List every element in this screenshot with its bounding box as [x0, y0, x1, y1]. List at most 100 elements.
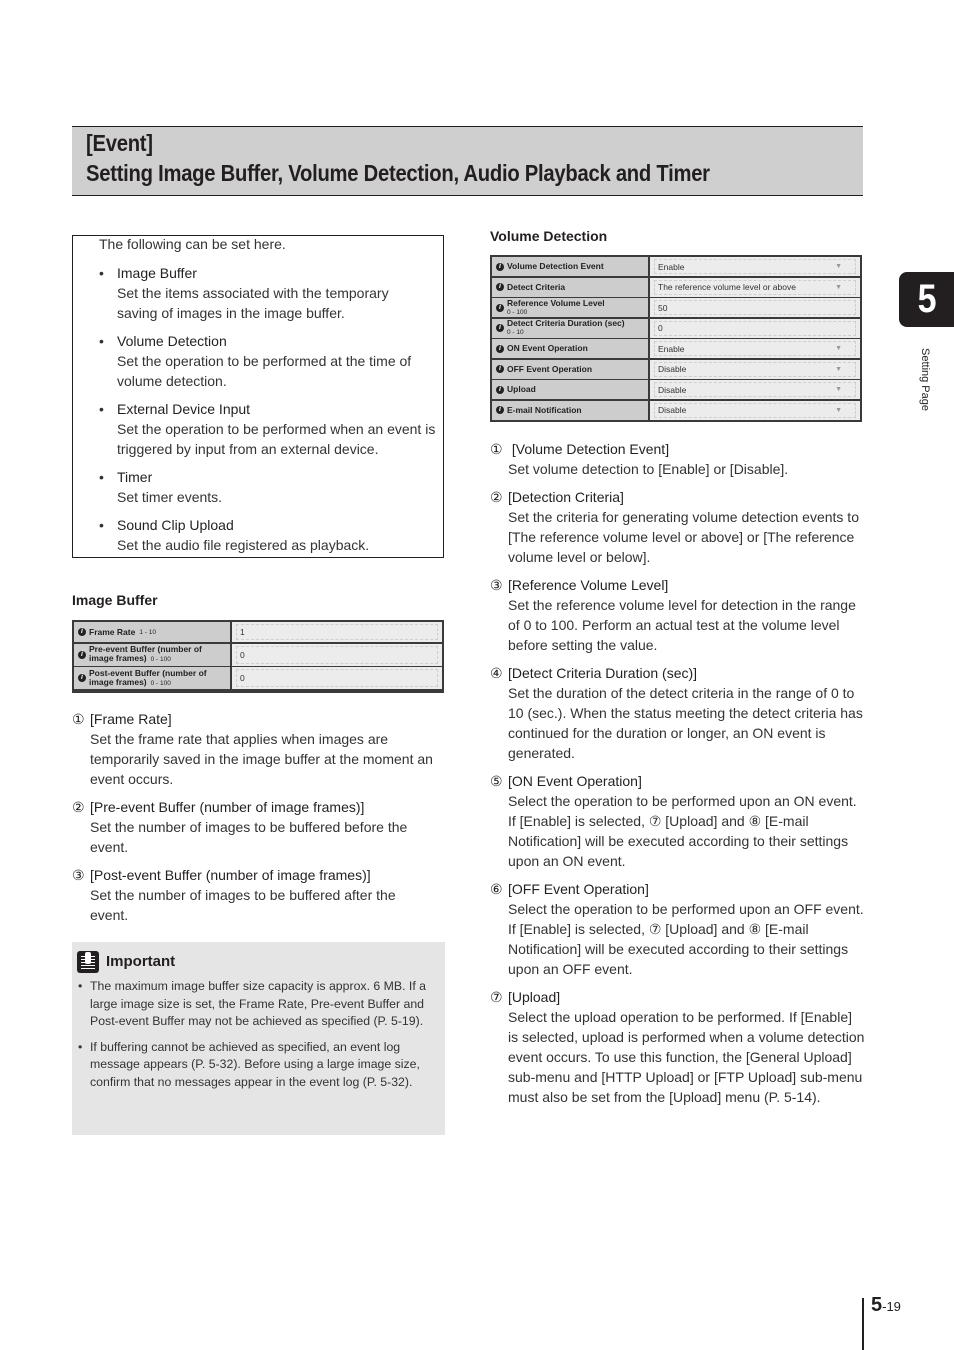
description-title: [Frame Rate]: [90, 711, 172, 727]
intro-item-desc: Set the operation to be performed at the…: [117, 353, 412, 389]
setting-value-cell: 1: [232, 622, 442, 642]
info-icon[interactable]: i: [496, 385, 504, 394]
info-icon[interactable]: i: [496, 344, 504, 353]
page-number: 5-19: [871, 1294, 901, 1317]
setting-label-line: Detect Criteria Duration (sec): [507, 318, 625, 328]
item-number: ⑤: [490, 773, 503, 789]
setting-value-cell: 0: [650, 318, 860, 338]
setting-value: 0: [658, 323, 663, 333]
chevron-down-icon: ▼: [835, 406, 842, 414]
chevron-down-icon: ▼: [835, 283, 842, 291]
bullet: •: [99, 265, 104, 281]
description-item: ② [Detection Criteria] Set the criteria f…: [490, 487, 865, 567]
intro-item-desc: Set timer events.: [117, 489, 223, 505]
info-icon[interactable]: i: [496, 303, 504, 312]
important-note-text: The maximum image buffer size capacity i…: [90, 979, 427, 1029]
pre-event-buffer-input[interactable]: 0: [236, 645, 438, 664]
setting-value-cell: Enable ▼: [650, 257, 860, 276]
info-icon[interactable]: i: [496, 406, 504, 414]
exclamation-glyph: [85, 952, 91, 964]
description-title: [Detection Criteria]: [508, 489, 624, 505]
image-buffer-panel: i Frame Rate 1 - 10 1 i Pre-event Buffer…: [72, 620, 444, 693]
description-title: [Post-event Buffer (number of image fram…: [90, 867, 371, 883]
intro-lead: The following can be set here.: [99, 236, 286, 252]
setting-row: i OFF Event Operation Disable ▼: [492, 359, 860, 379]
description-head: ⑦ [Upload]: [490, 987, 865, 1007]
setting-select[interactable]: Disable: [654, 382, 856, 397]
description-head: ③ [Reference Volume Level]: [490, 575, 865, 595]
page-index: -19: [882, 1299, 901, 1314]
setting-select[interactable]: Enable: [654, 259, 856, 274]
setting-label: i Detect Criteria: [492, 277, 648, 297]
setting-label-text: Post-event Buffer (number of image frame…: [89, 668, 207, 688]
bullet: •: [99, 469, 104, 485]
intro-box: The following can be set here. • Image B…: [72, 235, 444, 558]
volume-detection-panel: i Volume Detection Event Enable ▼ i Detect …: [490, 255, 862, 422]
setting-input[interactable]: 50: [654, 300, 856, 315]
page-title: Setting Image Buffer, Volume Detection, …: [86, 160, 710, 186]
description-body: Set the duration of the detect criteria …: [508, 685, 863, 761]
setting-row-post-event-buffer: i Post-event Buffer (number of image fra…: [74, 667, 442, 689]
setting-row: i Volume Detection Event Enable ▼: [492, 257, 860, 276]
info-icon[interactable]: i: [78, 628, 86, 636]
description-head: ⑤ [ON Event Operation]: [490, 771, 865, 791]
setting-value: Disable: [658, 384, 687, 395]
setting-range: 0 - 10: [507, 329, 524, 336]
important-notes: • The maximum image buffer size capacity…: [78, 978, 440, 1100]
setting-label: i Pre-event Buffer (number of image fram…: [74, 643, 230, 666]
description-body: Select the operation to be performed upo…: [508, 793, 857, 869]
info-icon[interactable]: i: [78, 674, 86, 682]
setting-range: 0 - 100: [150, 679, 171, 687]
image-buffer-heading: Image Buffer: [72, 592, 158, 608]
chevron-down-icon: ▼: [835, 365, 842, 373]
setting-row: i Upload Disable ▼: [492, 380, 860, 399]
info-icon[interactable]: i: [496, 283, 504, 291]
intro-item-name: Image Buffer: [117, 265, 197, 281]
item-number: ②: [490, 489, 503, 505]
footer-rule: [862, 1298, 864, 1350]
setting-label-line: image frames) 0 - 100: [89, 677, 207, 688]
chapter-number: 5: [917, 277, 937, 321]
description-title: [OFF Event Operation]: [508, 881, 649, 897]
important-icon: [77, 951, 99, 973]
intro-item-name: Volume Detection: [117, 333, 227, 349]
chapter-side-label: Setting Page: [919, 348, 931, 411]
info-icon[interactable]: i: [496, 324, 504, 332]
description-item: ① [Frame Rate] Set the frame rate that ap…: [72, 709, 447, 789]
setting-range: 0 - 100: [507, 308, 528, 316]
setting-row: i ON Event Operation Enable ▼: [492, 339, 860, 358]
setting-label: i Post-event Buffer (number of image fra…: [74, 667, 230, 689]
setting-select[interactable]: Enable: [654, 341, 856, 356]
item-number: ①: [72, 711, 85, 727]
setting-row: i E-mail Notification Disable ▼: [492, 400, 860, 420]
chevron-down-icon: ▼: [835, 345, 842, 352]
info-icon[interactable]: i: [496, 262, 504, 271]
info-icon[interactable]: i: [78, 650, 86, 659]
setting-value: Disable: [658, 405, 687, 415]
description-title: [Upload]: [508, 989, 561, 1005]
bullet: •: [99, 517, 104, 533]
chevron-down-icon: ▼: [835, 263, 842, 270]
description-head: ⑥ [OFF Event Operation]: [490, 879, 865, 899]
setting-value-cell: Disable ▼: [650, 359, 860, 379]
description-item: ④ [Detect Criteria Duration (sec)] Set th…: [490, 663, 865, 763]
page-title-band: [Event] Setting Image Buffer, Volume Det…: [72, 126, 863, 196]
item-number: ①: [490, 441, 503, 457]
setting-label: i Detect Criteria Duration (sec) 0 - 10: [492, 318, 648, 338]
info-icon[interactable]: i: [496, 365, 504, 373]
intro-item-name: External Device Input: [117, 401, 251, 417]
description-body: Set the number of images to be buffered …: [90, 819, 408, 855]
description-title: [Detect Criteria Duration (sec)]: [508, 665, 698, 681]
setting-label-text: Pre-event Buffer (number of image frames…: [89, 645, 202, 664]
frame-rate-input[interactable]: 1: [236, 624, 438, 640]
setting-label-line: image frames) 0 - 100: [89, 654, 202, 664]
setting-range: 1 - 10: [139, 628, 156, 636]
post-event-buffer-input[interactable]: 0: [236, 669, 438, 687]
setting-input[interactable]: 0: [654, 320, 856, 336]
bullet: •: [78, 979, 83, 993]
setting-row-frame-rate: i Frame Rate 1 - 10 1: [74, 622, 442, 642]
setting-value: 50: [658, 302, 668, 313]
setting-select[interactable]: Disable: [654, 361, 856, 377]
setting-select[interactable]: Disable: [654, 402, 856, 418]
setting-select[interactable]: The reference volume level or above: [654, 279, 856, 295]
